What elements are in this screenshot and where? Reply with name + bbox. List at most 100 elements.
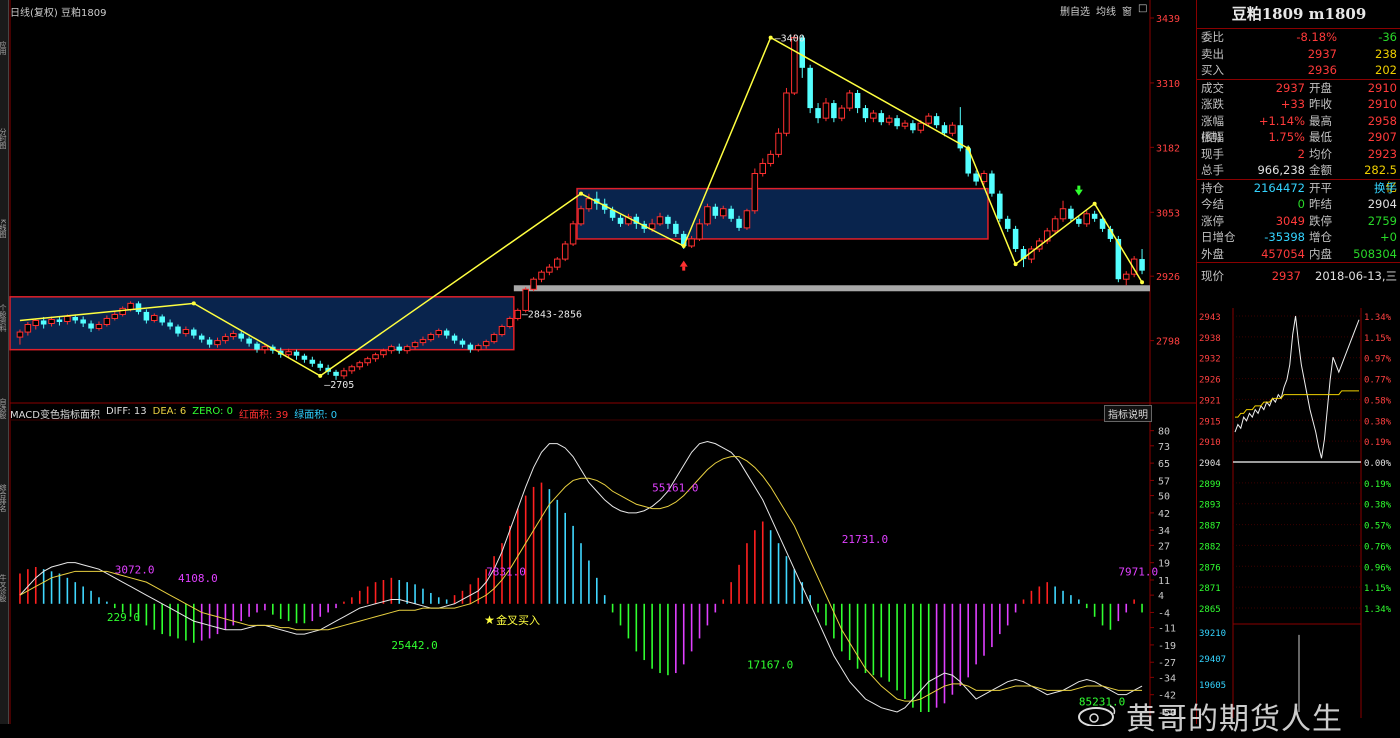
q-bot-row: 日增仓 -35398 增仓 +0: [1197, 229, 1400, 246]
buy-arrow-icon: [679, 260, 688, 267]
candle-body: [941, 125, 948, 134]
quote-key2: 昨结: [1309, 197, 1332, 211]
candle-body: [949, 124, 956, 134]
candle-body: [191, 329, 197, 336]
volume-label: 19605: [1199, 681, 1226, 691]
macd-help-button[interactable]: 指标说明: [1104, 405, 1152, 422]
tick-pct-label: 0.77%: [1364, 376, 1392, 386]
main-chart-area: 3439 3310 3182 3053 2926 2798 –3400 –2705 –2843-…: [9, 0, 1196, 724]
q-mid-row: 振幅 1.75% 最低 2907: [1197, 129, 1400, 146]
candle-body: [80, 319, 86, 324]
candle-body: [933, 116, 940, 126]
candle-body: [728, 208, 734, 219]
quote-value: 2936: [1307, 63, 1337, 77]
watermark-text: 黄哥的期货人生: [1126, 702, 1343, 737]
y-tick-label: 2798: [1156, 337, 1180, 348]
quote-date: 2018-06-13,三: [1315, 269, 1397, 283]
tick-price-label: 2899: [1199, 480, 1221, 490]
candle-body: [356, 362, 364, 368]
candle-body: [182, 329, 190, 335]
candle-body: [1091, 213, 1098, 219]
quote-title: 豆粕1809 m1809: [1197, 0, 1400, 29]
candle-body: [1004, 218, 1011, 229]
quote-key: 涨幅(结): [1201, 113, 1224, 145]
candle-body: [522, 288, 529, 311]
quote-key2: 开平: [1309, 180, 1332, 195]
quote-key: 涨跌: [1201, 97, 1224, 111]
candle-body: [783, 92, 790, 134]
quote-key2: 金额: [1309, 163, 1332, 177]
tick-price-label: 2887: [1199, 522, 1221, 532]
candle-body: [910, 123, 916, 131]
macd-area-label: 4108.0: [178, 572, 218, 585]
quote-key2: 最高: [1309, 113, 1332, 128]
tick-pct-label: 0.57%: [1364, 522, 1392, 532]
trend-vertex: [579, 191, 583, 196]
candle-body: [854, 92, 861, 109]
candle-body: [561, 243, 569, 260]
macd-y-tick-label: 42: [1158, 509, 1170, 520]
volume-label: 29407: [1199, 655, 1226, 665]
tick-price-label: 2943: [1199, 313, 1221, 323]
quote-key: 委比: [1201, 30, 1224, 44]
quote-value2: 238: [1375, 46, 1397, 61]
candle-body: [293, 351, 300, 356]
trend-vertex: [1092, 201, 1097, 206]
candle-body: [214, 340, 221, 346]
quote-value2: +0: [1380, 230, 1397, 244]
macd-area-label: 25442.0: [391, 639, 437, 652]
gold-cross-label: 金叉买入: [496, 613, 540, 627]
candle-body: [403, 346, 411, 352]
candle-body: [925, 115, 932, 124]
candle-body: [815, 108, 821, 119]
tick-price-label: 2938: [1199, 334, 1221, 344]
candle-body: [40, 320, 47, 325]
quote-stats: 成交 2937 开盘 2910 涨跌 +33 昨收 2910 涨幅(结) +1.14% 最高 2958…: [1197, 80, 1400, 194]
macd-area-label: 17167.0: [747, 659, 793, 672]
tick-price-label: 2932: [1199, 355, 1221, 365]
candle-body: [32, 319, 40, 327]
tick-price-label: 2910: [1199, 438, 1221, 448]
quote-value: 1.75%: [1268, 130, 1305, 144]
candle-body: [878, 113, 885, 123]
candle-body: [348, 366, 356, 372]
macd-y-tick-label: -19: [1158, 641, 1176, 652]
tick-pct-label: 0.38%: [1364, 417, 1392, 427]
macd-title: MACD变色指标面积: [10, 410, 100, 421]
candle-body: [901, 122, 909, 127]
candle-body: [862, 108, 869, 119]
candle-body: [554, 258, 561, 268]
candle-body: [973, 173, 979, 182]
candle-body: [831, 103, 837, 119]
tick-price-label: 2926: [1199, 376, 1221, 386]
candle-body: [48, 318, 55, 324]
candle-body: [64, 315, 71, 322]
tick-pct-label: 0.19%: [1364, 480, 1392, 490]
macd-legend-item: 绿面积: 0: [294, 410, 338, 421]
quote-value: 2937: [1307, 46, 1337, 61]
candle-body: [894, 118, 900, 127]
tick-price-label: 2871: [1199, 584, 1221, 594]
candle-body: [198, 335, 205, 340]
macd-y-tick-label: 19: [1158, 559, 1170, 570]
quote-key: 外盘: [1201, 246, 1224, 261]
tick-pct-label: 0.19%: [1364, 438, 1392, 448]
quote-key2: 增仓: [1309, 230, 1332, 244]
quote-key: 日增仓: [1201, 230, 1236, 244]
macd-y-tick-label: -4: [1158, 608, 1170, 619]
quote-value: +1.14%: [1258, 113, 1305, 128]
quote-value2: 换手: [1374, 180, 1397, 195]
quote-position: 持仓 2164472 开平 换手 今结 0 昨结 2904 涨停 3049 跌停 2759 日增仓 -35…: [1197, 180, 1400, 263]
macd-y-tick-label: 73: [1158, 442, 1170, 453]
tick-pct-label: 0.96%: [1364, 563, 1392, 573]
candle-body: [838, 107, 846, 119]
support-line: [513, 285, 1150, 292]
quote-value2: 282.5亿: [1364, 163, 1397, 194]
quote-value: +33: [1280, 97, 1305, 111]
candle-body: [538, 271, 545, 280]
quote-value2: 2910: [1367, 97, 1397, 111]
tick-pct-label: 1.34%: [1364, 605, 1392, 615]
quote-key2: 最低: [1309, 130, 1332, 144]
candle-body: [372, 354, 379, 360]
candle-body: [119, 307, 126, 315]
